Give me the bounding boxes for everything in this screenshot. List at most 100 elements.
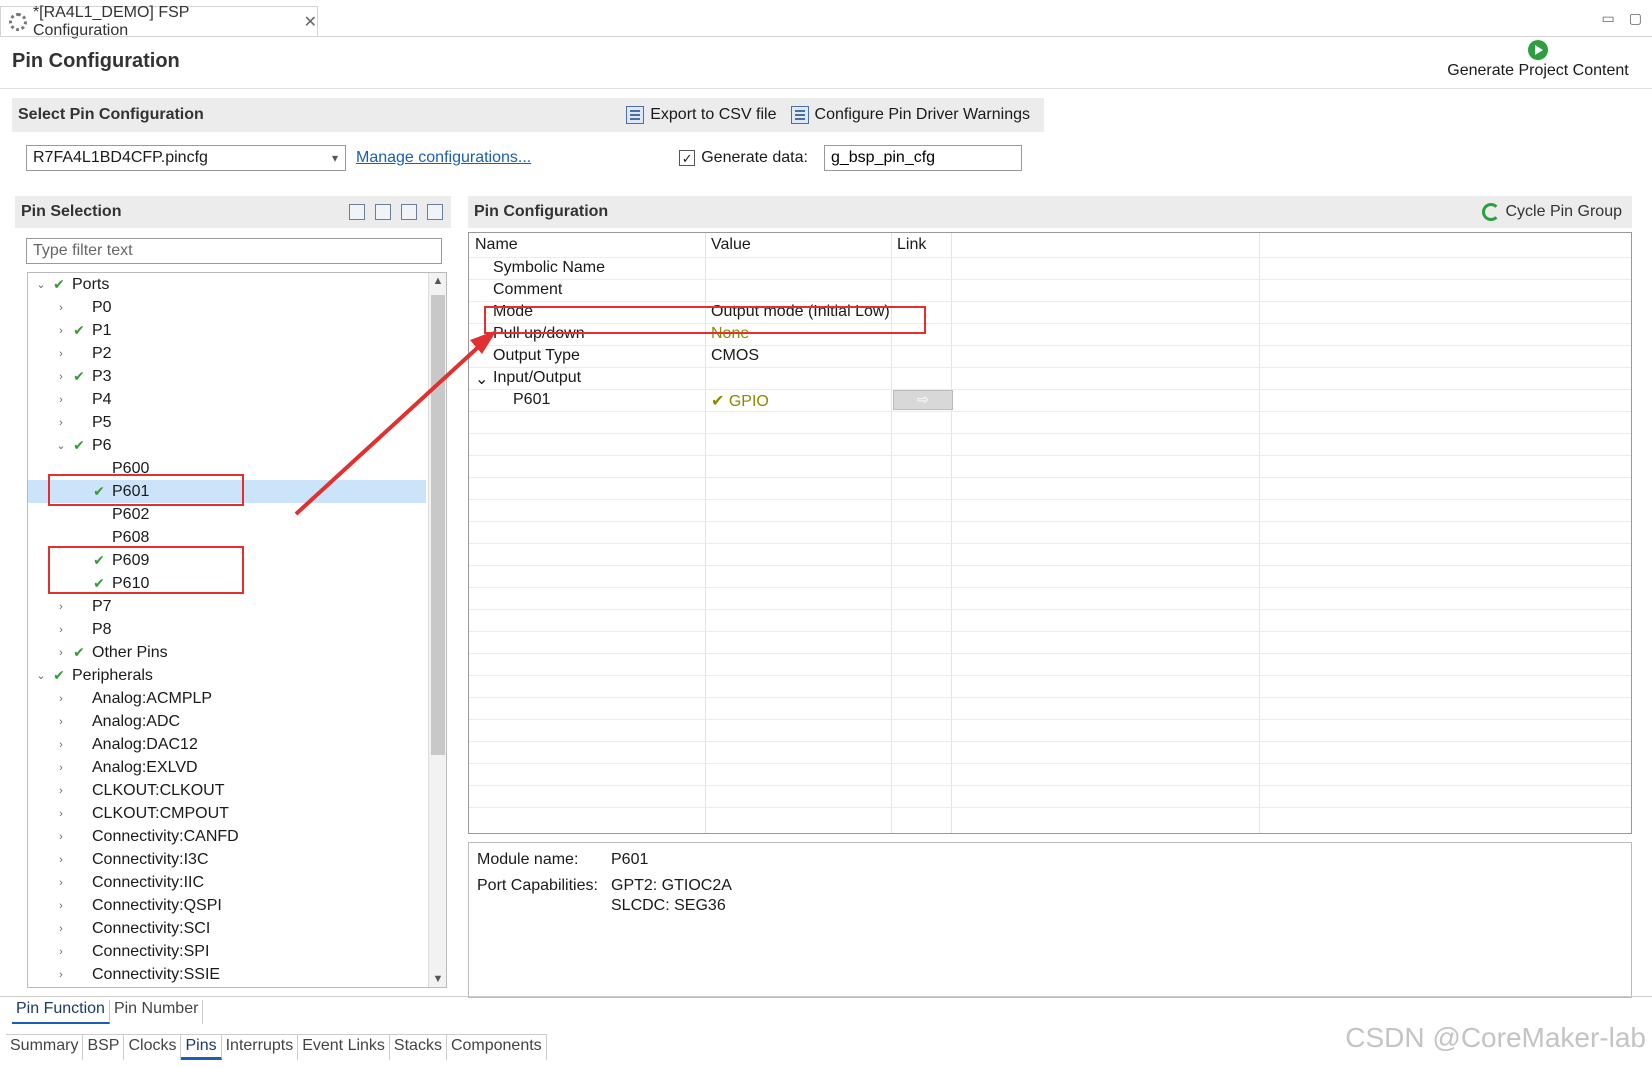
- tree-item[interactable]: › P8: [28, 618, 426, 641]
- tree-item[interactable]: ⌄ ✔ Peripherals: [28, 664, 426, 687]
- column-header[interactable]: Name: [475, 236, 518, 254]
- chevron-right-icon[interactable]: ›: [54, 946, 68, 958]
- chevron-right-icon[interactable]: ›: [54, 854, 68, 866]
- grid-row-line: [469, 367, 1631, 368]
- minimize-icon[interactable]: ▭: [1602, 10, 1615, 27]
- tree-item[interactable]: › P4: [28, 388, 426, 411]
- tree-scrollbar[interactable]: ▲ ▼: [428, 273, 446, 987]
- chevron-right-icon[interactable]: ›: [54, 601, 68, 613]
- tree-item[interactable]: › P0: [28, 296, 426, 319]
- tree-item[interactable]: › Connectivity:SPI: [28, 940, 426, 963]
- tree-item[interactable]: › ✔ P3: [28, 365, 426, 388]
- chevron-right-icon[interactable]: ›: [54, 302, 68, 314]
- tree-item[interactable]: › P7: [28, 595, 426, 618]
- collapse-all-icon[interactable]: [401, 204, 417, 220]
- tree-item[interactable]: › Analog:DAC12: [28, 733, 426, 756]
- grid-row-line: [469, 631, 1631, 632]
- tab-components[interactable]: Components: [447, 1035, 547, 1060]
- tab-pin-number[interactable]: Pin Number: [110, 1000, 204, 1024]
- property-value[interactable]: CMOS: [711, 347, 759, 365]
- chevron-right-icon[interactable]: ›: [54, 739, 68, 751]
- grid-row-line: [469, 697, 1631, 698]
- chevron-right-icon[interactable]: ›: [54, 762, 68, 774]
- tree-item[interactable]: › P2: [28, 342, 426, 365]
- chevron-right-icon[interactable]: ›: [54, 624, 68, 636]
- editor-tab[interactable]: *[RA4L1_DEMO] FSP Configuration ✕: [0, 4, 318, 39]
- close-icon[interactable]: ✕: [304, 12, 317, 32]
- tree-item[interactable]: › Analog:ACMPLP: [28, 687, 426, 710]
- chevron-right-icon[interactable]: ›: [54, 693, 68, 705]
- tab-event-links[interactable]: Event Links: [298, 1035, 390, 1060]
- tab-pins[interactable]: Pins: [181, 1035, 222, 1060]
- tree-item[interactable]: › Connectivity:SSIE: [28, 963, 426, 986]
- tree-item[interactable]: ⌄ ✔ Ports: [28, 273, 426, 296]
- tree-item[interactable]: › P5: [28, 411, 426, 434]
- chevron-right-icon[interactable]: ›: [54, 394, 68, 406]
- grid-row-line: [469, 675, 1631, 676]
- chevron-down-icon[interactable]: ⌄: [34, 669, 48, 682]
- configure-warnings-button[interactable]: Configure Pin Driver Warnings: [790, 106, 1030, 124]
- tree-item[interactable]: › Connectivity:IIC: [28, 871, 426, 894]
- tab-clocks[interactable]: Clocks: [124, 1035, 182, 1060]
- chevron-right-icon[interactable]: ›: [54, 831, 68, 843]
- tree-item[interactable]: › Connectivity:CANFD: [28, 825, 426, 848]
- cycle-pin-group-button[interactable]: Cycle Pin Group: [1481, 203, 1633, 221]
- chevron-right-icon[interactable]: ›: [54, 371, 68, 383]
- tree-item[interactable]: › CLKOUT:CLKOUT: [28, 779, 426, 802]
- chevron-down-icon[interactable]: ⌄: [475, 369, 488, 389]
- expand-all-icon[interactable]: [375, 204, 391, 220]
- tab-stacks[interactable]: Stacks: [390, 1035, 447, 1060]
- chevron-right-icon[interactable]: ›: [54, 900, 68, 912]
- show-list-icon[interactable]: [349, 204, 365, 220]
- tree-item[interactable]: › ✔ P1: [28, 319, 426, 342]
- chevron-right-icon[interactable]: ›: [54, 325, 68, 337]
- tab-pin-function[interactable]: Pin Function: [12, 1000, 110, 1024]
- sub-tabs: Pin Function Pin Number: [12, 1000, 204, 1024]
- generate-data-input[interactable]: [823, 145, 1022, 171]
- tree-item-label: Analog:DAC12: [92, 735, 198, 753]
- tree-item[interactable]: › Connectivity:I3C: [28, 848, 426, 871]
- chevron-right-icon[interactable]: ›: [54, 647, 68, 659]
- tab-interrupts[interactable]: Interrupts: [222, 1035, 299, 1060]
- sort-az-icon[interactable]: [427, 204, 443, 220]
- tree-item[interactable]: › ✔ Other Pins: [28, 641, 426, 664]
- tree-item[interactable]: › Analog:ADC: [28, 710, 426, 733]
- maximize-icon[interactable]: ▢: [1629, 10, 1642, 27]
- scroll-thumb[interactable]: [431, 295, 445, 755]
- chevron-right-icon[interactable]: ›: [54, 969, 68, 981]
- chevron-right-icon[interactable]: ›: [54, 417, 68, 429]
- chevron-right-icon[interactable]: ›: [54, 785, 68, 797]
- tree-item[interactable]: › Connectivity:QSPI: [28, 894, 426, 917]
- tab-summary[interactable]: Summary: [6, 1035, 84, 1060]
- chevron-right-icon[interactable]: ›: [54, 348, 68, 360]
- chevron-right-icon[interactable]: ›: [54, 923, 68, 935]
- property-value[interactable]: ✔ GPIO: [711, 391, 769, 411]
- chevron-down-icon[interactable]: ⌄: [34, 278, 48, 291]
- generate-data-checkbox[interactable]: ✓: [679, 150, 696, 166]
- tree-item-label: P0: [92, 298, 112, 316]
- tree-item[interactable]: › Analog:EXLVD: [28, 756, 426, 779]
- scroll-down-icon[interactable]: ▼: [429, 973, 446, 985]
- scroll-up-icon[interactable]: ▲: [429, 275, 446, 287]
- generate-project-button[interactable]: Generate Project Content: [1438, 40, 1638, 80]
- chevron-right-icon[interactable]: ›: [54, 716, 68, 728]
- pin-config-select[interactable]: R7FA4L1BD4CFP.pincfg ▾: [26, 145, 346, 171]
- tree-item-label: Connectivity:SSIE: [92, 965, 221, 983]
- manage-configurations-link[interactable]: Manage configurations...: [356, 149, 531, 167]
- tree-item[interactable]: › Connectivity:SCI: [28, 917, 426, 940]
- chevron-right-icon[interactable]: ›: [54, 877, 68, 889]
- property-name: P601: [513, 391, 551, 408]
- tree-item[interactable]: ⌄ ✔ P6: [28, 434, 426, 457]
- chevron-right-icon[interactable]: ›: [54, 808, 68, 820]
- grid-row-line: [469, 279, 1631, 280]
- tab-bsp[interactable]: BSP: [83, 1035, 125, 1060]
- column-header[interactable]: Value: [711, 236, 751, 254]
- export-csv-button[interactable]: Export to CSV file: [626, 106, 777, 124]
- chevron-down-icon[interactable]: ⌄: [54, 439, 68, 452]
- tree-item[interactable]: P602: [28, 503, 426, 526]
- pin-selection-panel: Pin Selection ▲ ▼ ⌄✔Ports›P0›✔P1›P2›✔P3›…: [15, 196, 451, 996]
- tree-item[interactable]: › CLKOUT:CMPOUT: [28, 802, 426, 825]
- column-header[interactable]: Link: [897, 236, 926, 254]
- link-arrow-button[interactable]: ⇨: [893, 390, 953, 410]
- filter-input[interactable]: [26, 238, 442, 264]
